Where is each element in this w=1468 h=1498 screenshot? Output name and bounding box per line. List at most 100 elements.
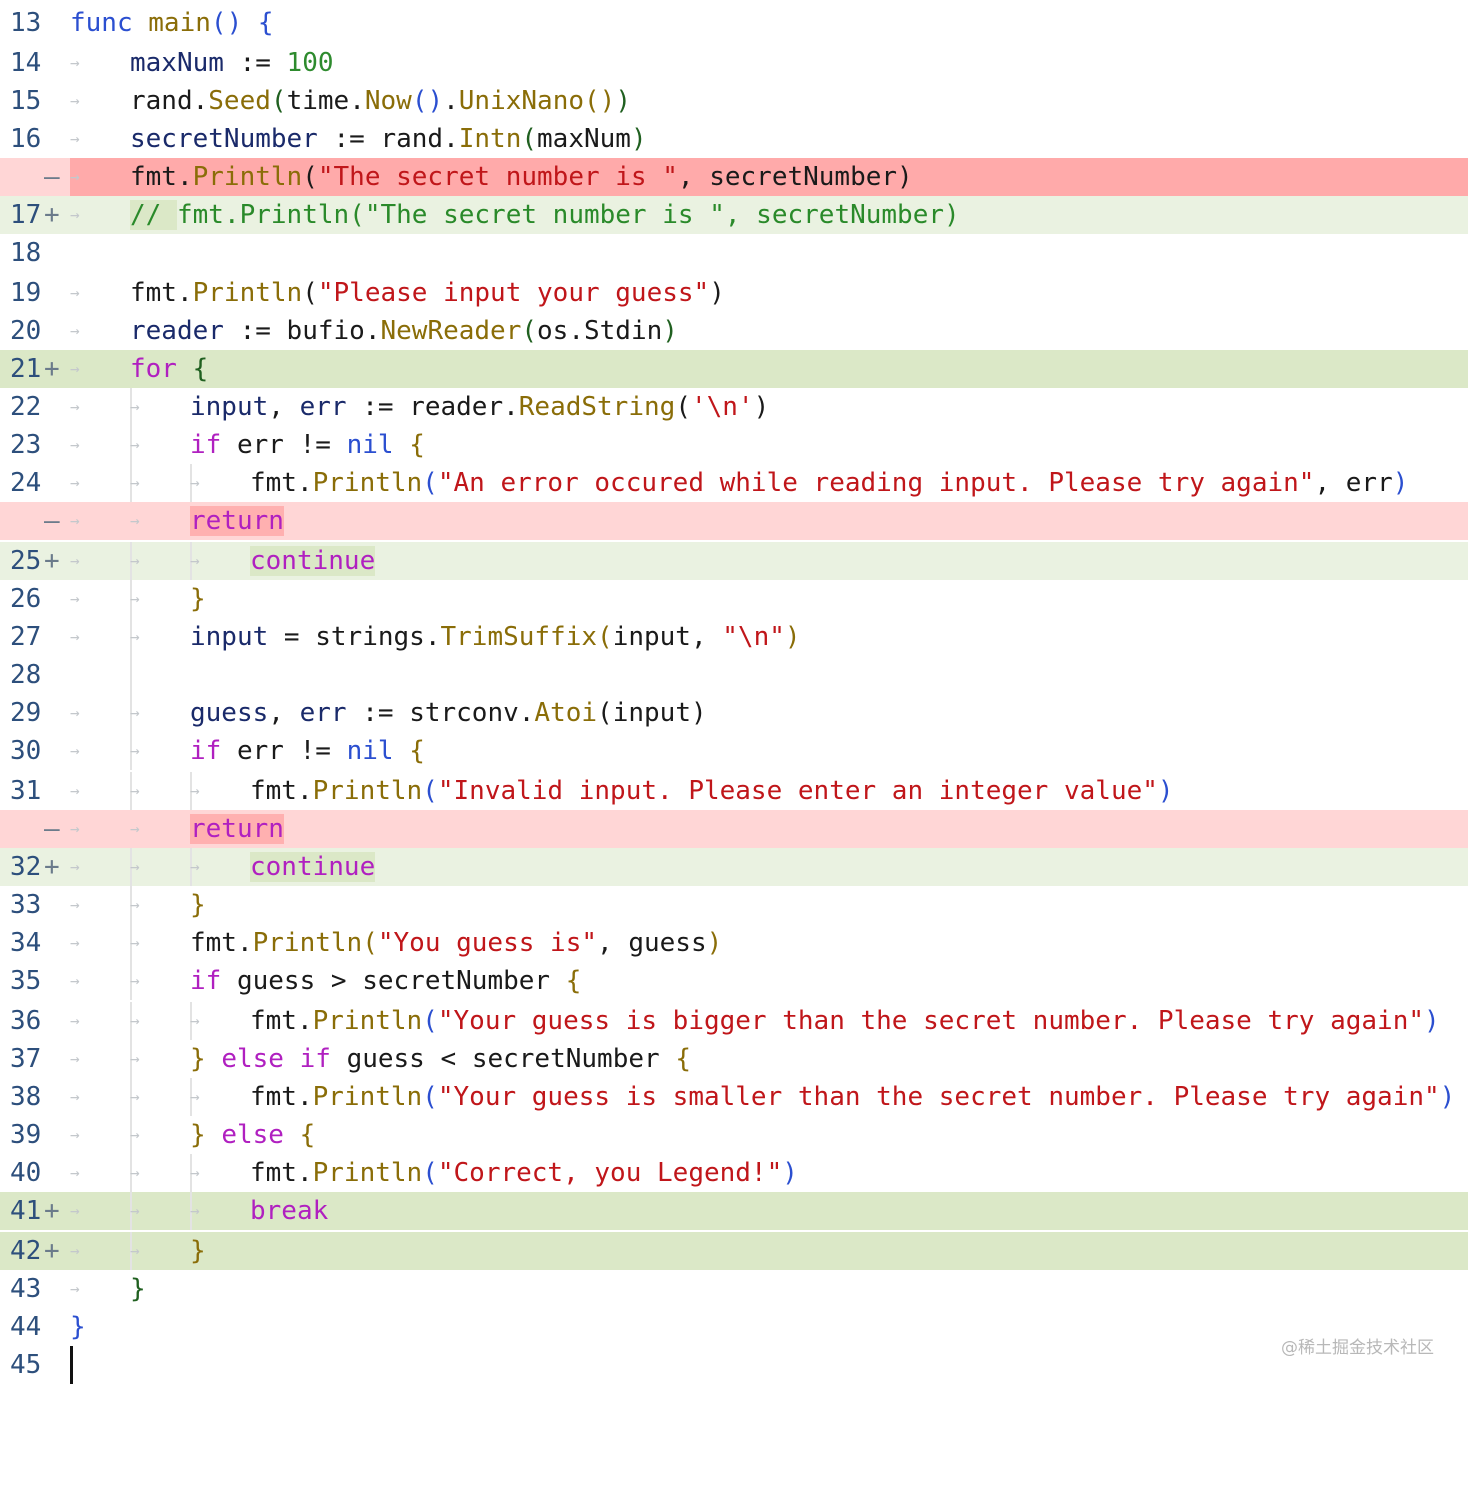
tab-arrow-icon: → (130, 1125, 140, 1144)
tab-arrow-icon: → (130, 1087, 140, 1106)
added-code-line[interactable]: 17 + →// fmt.Println("The secret number i… (0, 196, 1468, 234)
tab-arrow-icon: → (70, 435, 80, 454)
added-code-line[interactable]: 21 + → for { (0, 350, 1468, 388)
added-code-line[interactable]: 41 + → → → break (0, 1192, 1468, 1230)
code-text: → → return (70, 810, 284, 848)
line-number: 25 (10, 546, 42, 576)
code-line[interactable]: 44 } (0, 1308, 1468, 1346)
code-text: → secretNumber := rand.Intn(maxNum) (70, 120, 647, 158)
line-gutter: 43 (0, 1270, 70, 1308)
line-number: 32 (10, 852, 42, 882)
removed-code-line[interactable]: — → fmt.Println("The secret number is ", … (0, 158, 1468, 196)
code-line[interactable]: 29 → → guess, err := strconv.Atoi(input) (0, 694, 1468, 732)
code-line[interactable]: 14 → maxNum := 100 (0, 44, 1468, 82)
code-text: → → → fmt.Println("Your guess is smaller th… (70, 1078, 1455, 1116)
code-line[interactable]: 33 → →} (0, 886, 1468, 924)
removed-code-line[interactable]: — → → return (0, 502, 1468, 540)
code-line[interactable]: 34 → → fmt.Println("You guess is", guess) (0, 924, 1468, 962)
code-editor[interactable]: 13 func main() { 14 → maxNum := 100 15 → r… (0, 0, 1468, 1392)
code-line[interactable]: 24 → → → fmt.Println("An error occured whil… (0, 464, 1468, 502)
tab-arrow-icon: → (70, 551, 80, 570)
tab-arrow-icon: → (70, 205, 80, 224)
line-gutter: 24 (0, 464, 70, 502)
code-line[interactable]: 39 → →} else { (0, 1116, 1468, 1154)
code-text: → → → continue (70, 848, 376, 886)
tab-arrow-icon: → (190, 857, 200, 876)
line-number: 37 (10, 1044, 42, 1074)
code-line[interactable]: 19 → fmt.Println("Please input your guess… (0, 274, 1468, 312)
code-line[interactable]: 45 (0, 1346, 1468, 1384)
tab-arrow-icon: → (190, 1163, 200, 1182)
diff-marker: + (44, 354, 60, 384)
line-gutter: 37 (0, 1040, 70, 1078)
line-number: 14 (10, 48, 42, 78)
tab-arrow-icon: → (70, 971, 80, 990)
code-line[interactable]: 31 → → → fmt.Println("Invalid input. Please… (0, 772, 1468, 810)
tab-arrow-icon: → (70, 167, 80, 186)
line-number: 19 (10, 278, 42, 308)
tab-arrow-icon: → (70, 1279, 80, 1298)
code-line[interactable]: 28 (0, 656, 1468, 694)
code-line[interactable]: 13 func main() { (0, 4, 1468, 42)
code-text: → → guess, err := strconv.Atoi(input) (70, 694, 707, 732)
tab-arrow-icon: → (130, 397, 140, 416)
line-gutter: 38 (0, 1078, 70, 1116)
tab-arrow-icon: → (130, 511, 140, 530)
line-number: 36 (10, 1006, 42, 1036)
line-number: 44 (10, 1312, 42, 1342)
line-number: 31 (10, 776, 42, 806)
code-line[interactable]: 22 → → input, err := reader.ReadString('\n… (0, 388, 1468, 426)
line-gutter: — (0, 158, 70, 196)
code-line[interactable]: 16 → secretNumber := rand.Intn(maxNum) (0, 120, 1468, 158)
tab-arrow-icon: → (130, 1201, 140, 1220)
added-code-line[interactable]: 25 + → → → continue (0, 542, 1468, 580)
tab-arrow-icon: → (70, 397, 80, 416)
tab-arrow-icon: → (70, 857, 80, 876)
code-line[interactable]: 38 → → → fmt.Println("Your guess is smaller… (0, 1078, 1468, 1116)
code-text: → reader := bufio.NewReader(os.Stdin) (70, 312, 678, 350)
code-text: → maxNum := 100 (70, 44, 334, 82)
line-number: 41 (10, 1196, 42, 1226)
added-code-line[interactable]: 32 + → → → continue (0, 848, 1468, 886)
line-number: 34 (10, 928, 42, 958)
line-number: 16 (10, 124, 42, 154)
code-line[interactable]: 23 → → if err != nil { (0, 426, 1468, 464)
tab-arrow-icon: → (70, 1201, 80, 1220)
tab-arrow-icon: → (190, 1087, 200, 1106)
code-text: → → → break (70, 1192, 328, 1230)
code-text: → →} (70, 886, 206, 924)
code-text: → → if err != nil { (70, 426, 425, 464)
code-text: → → input = strings.TrimSuffix(input, "\n"… (70, 618, 801, 656)
line-gutter: 28 (0, 656, 70, 694)
tab-arrow-icon: → (130, 1011, 140, 1030)
tab-arrow-icon: → (70, 589, 80, 608)
line-gutter: 33 (0, 886, 70, 924)
code-text: → →} else { (70, 1116, 315, 1154)
code-line[interactable]: 15 → rand.Seed(time.Now().UnixNano()) (0, 82, 1468, 120)
line-gutter: 44 (0, 1308, 70, 1346)
line-gutter: 29 (0, 694, 70, 732)
code-line[interactable]: 43 →} (0, 1270, 1468, 1308)
code-line[interactable]: 26 → →} (0, 580, 1468, 618)
diff-marker: — (44, 162, 60, 192)
code-line[interactable]: 37 → →} else if guess < secretNumber { (0, 1040, 1468, 1078)
line-gutter: 41 + (0, 1192, 70, 1230)
line-number: 20 (10, 316, 42, 346)
removed-code-line[interactable]: — → → return (0, 810, 1468, 848)
code-line[interactable]: 18 (0, 234, 1468, 272)
line-gutter: 22 (0, 388, 70, 426)
tab-arrow-icon: → (70, 283, 80, 302)
code-text: → →} (70, 580, 206, 618)
code-line[interactable]: 35 → → if guess > secretNumber { (0, 962, 1468, 1000)
code-line[interactable]: 30 → → if err != nil { (0, 732, 1468, 770)
tab-arrow-icon: → (190, 473, 200, 492)
code-line[interactable]: 40 → → → fmt.Println("Correct, you Legend!"… (0, 1154, 1468, 1192)
code-line[interactable]: 36 → → → fmt.Println("Your guess is bigger … (0, 1002, 1468, 1040)
code-text: → rand.Seed(time.Now().UnixNano()) (70, 82, 631, 120)
code-line[interactable]: 20 → reader := bufio.NewReader(os.Stdin) (0, 312, 1468, 350)
tab-arrow-icon: → (70, 1011, 80, 1030)
line-number: 42 (10, 1236, 42, 1266)
code-line[interactable]: 27 → → input = strings.TrimSuffix(input, "… (0, 618, 1468, 656)
added-code-line[interactable]: 42 + → →} (0, 1232, 1468, 1270)
line-gutter: 19 (0, 274, 70, 312)
